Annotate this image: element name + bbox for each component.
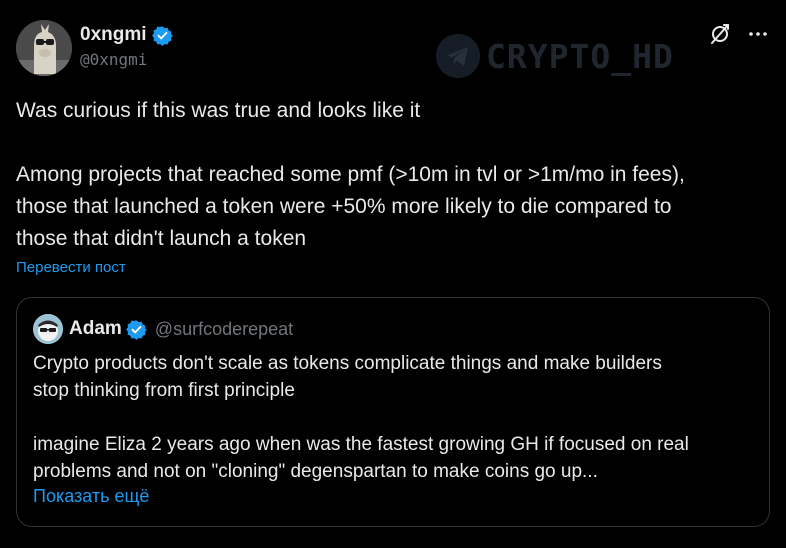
more-horizontal-icon[interactable] [746,22,770,46]
translate-post-link[interactable]: Перевести пост [16,259,126,276]
quoted-tweet-header: Adam @surfcoderepeat [33,314,293,344]
quoted-avatar-image [33,314,63,344]
quoted-text-paragraph-1: Crypto products don't scale as tokens co… [33,353,662,401]
author-info: 0xngmi @0xngmi [80,24,173,69]
author-display-name[interactable]: 0xngmi [80,24,147,46]
show-more-link[interactable]: Показать ещё [33,486,149,507]
llama-avatar-image [16,20,72,76]
tweet-text: Was curious if this was true and looks l… [16,95,776,255]
quoted-text-paragraph-2: imagine Eliza 2 years ago when was the f… [33,434,689,482]
crypto-hd-watermark: CRYPTO_HD [436,34,674,78]
tweet-text-line-1: Was curious if this was true and looks l… [16,99,421,122]
author-avatar[interactable] [16,20,72,76]
tweet-actions [708,22,770,46]
quoted-tweet-text: Crypto products don't scale as tokens co… [33,350,753,485]
quoted-tweet-card[interactable]: Adam @surfcoderepeat Crypto products don… [16,297,770,527]
author-handle[interactable]: @0xngmi [80,50,173,69]
quoted-author-handle[interactable]: @surfcoderepeat [155,319,293,340]
author-name-row: 0xngmi [80,24,173,46]
telegram-icon [436,34,480,78]
verified-badge-icon [151,25,173,46]
grok-icon[interactable] [708,22,732,46]
watermark-text: CRYPTO_HD [486,36,674,76]
tweet-text-paragraph-2: Among projects that reached some pmf (>1… [16,163,685,250]
verified-badge-icon [125,319,147,340]
tweet-header: 0xngmi @0xngmi CRYPTO_HD [16,20,770,78]
quoted-author-display-name[interactable]: Adam [69,318,122,340]
quoted-author-avatar[interactable] [33,314,63,344]
